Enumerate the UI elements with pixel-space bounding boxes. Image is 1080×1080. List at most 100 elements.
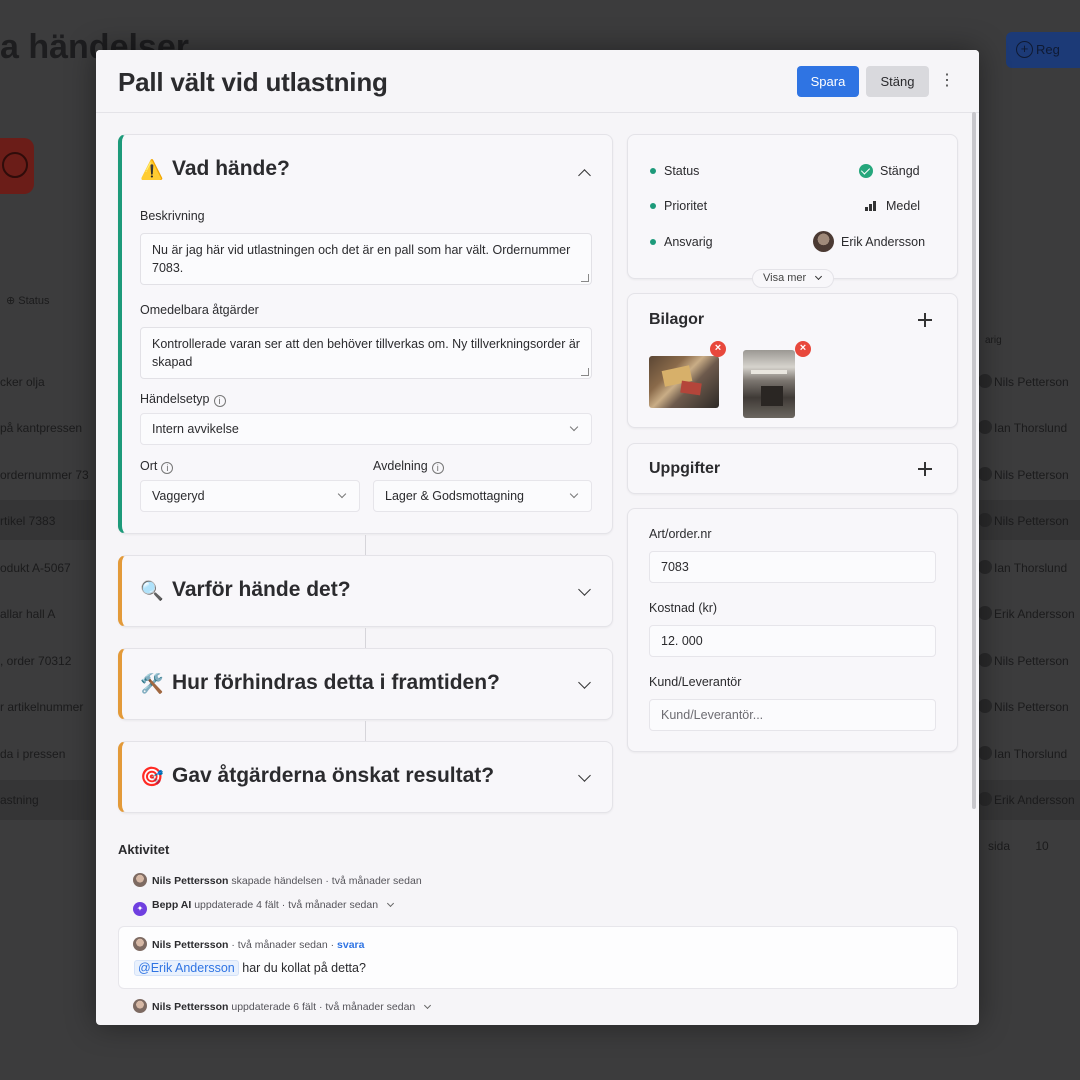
comment-header: Nils Pettersson · två månader sedan · sv…: [133, 937, 364, 951]
background-row-title: cker olja: [0, 375, 45, 389]
background-row-title: astning: [0, 793, 39, 807]
background-row-title: r artikelnummer: [0, 700, 84, 714]
section-result[interactable]: 🎯 Gav åtgärderna önskat resultat?: [118, 741, 613, 813]
location-label: Ort i: [140, 459, 174, 474]
incident-modal: Pall vält vid utlastning Spara Stäng ⋮ ⚠…: [96, 50, 979, 1025]
chevron-down-icon: [569, 489, 579, 499]
background-row-owner: Ian Thorslund: [977, 420, 1068, 435]
chevron-down-icon[interactable]: [424, 1001, 432, 1010]
background-pager: sida 10: [988, 839, 1049, 853]
section-title: Vad hände?: [172, 157, 290, 180]
details-card: Art/order.nr 7083 Kostnad (kr) 12. 000 K…: [627, 508, 958, 752]
cost-input[interactable]: 12. 000: [649, 625, 936, 657]
remove-attachment-icon[interactable]: ×: [795, 341, 811, 357]
section-why[interactable]: 🔍 Varför hände det?: [118, 555, 613, 627]
modal-header: Pall vält vid utlastning Spara Stäng ⋮: [96, 50, 979, 113]
avatar: [813, 231, 834, 252]
info-icon: i: [213, 395, 226, 407]
chevron-down-icon[interactable]: [578, 676, 591, 689]
order-number-input[interactable]: 7083: [649, 551, 936, 583]
avatar: [133, 999, 147, 1013]
background-row-title: rtikel 7383: [0, 514, 56, 528]
background-row-owner: Nils Petterson: [978, 374, 1069, 389]
resize-handle-icon[interactable]: [581, 274, 589, 282]
status-label: Status: [664, 164, 700, 178]
attachment-thumbnail[interactable]: [743, 350, 795, 418]
resize-handle-icon[interactable]: [581, 368, 589, 376]
close-button[interactable]: Stäng: [866, 66, 929, 97]
check-circle-icon: [859, 164, 873, 178]
tasks-title: Uppgifter: [649, 460, 721, 477]
status-dot: [650, 203, 656, 209]
background-row-title: ordernummer 73: [0, 468, 89, 482]
background-row-title: allar hall A: [0, 607, 56, 621]
description-textarea[interactable]: Nu är jag här vid utlastningen och det ä…: [140, 233, 592, 285]
background-status-filter: ⊕ Status: [6, 295, 50, 307]
activity-item[interactable]: ✦ Bepp AI uppdaterade 4 fält · två månade…: [133, 899, 395, 916]
location-select[interactable]: Vaggeryd: [140, 480, 360, 512]
background-new-button: + Reg: [1006, 32, 1080, 68]
chevron-down-icon: [337, 489, 347, 499]
background-owner-header: arig: [985, 335, 1002, 346]
immediate-actions-textarea[interactable]: Kontrollerade varan ser att den behöver …: [140, 327, 592, 379]
background-row-owner: Nils Petterson: [978, 699, 1069, 714]
customer-supplier-label: Kund/Leverantör: [649, 675, 742, 689]
owner-value[interactable]: Erik Andersson: [841, 235, 925, 249]
comment-body: @Erik Andersson har du kollat på detta?: [134, 960, 366, 976]
immediate-actions-text: Kontrollerade varan ser att den behöver …: [152, 337, 580, 369]
chevron-down-icon[interactable]: [578, 769, 591, 782]
info-icon: i: [431, 462, 444, 474]
section-prevention[interactable]: 🛠️ Hur förhindras detta i framtiden?: [118, 648, 613, 720]
background-row-owner: Nils Petterson: [978, 467, 1069, 482]
add-task-icon[interactable]: [918, 462, 932, 476]
department-label: Avdelning i: [373, 459, 444, 474]
comment-card: Nils Pettersson · två månader sedan · sv…: [118, 926, 958, 989]
cost-label: Kostnad (kr): [649, 601, 718, 615]
background-row-owner: Nils Petterson: [978, 513, 1069, 528]
status-value[interactable]: Stängd: [880, 164, 920, 178]
info-icon: i: [161, 462, 174, 474]
show-more-button[interactable]: Visa mer: [752, 269, 834, 288]
background-row-owner: Ian Thorslund: [977, 560, 1068, 575]
description-label: Beskrivning: [140, 209, 205, 223]
chevron-up-icon[interactable]: [578, 169, 591, 182]
description-text: Nu är jag här vid utlastningen och det ä…: [152, 243, 571, 275]
chevron-down-icon: [569, 422, 579, 432]
chevron-down-icon[interactable]: [578, 583, 591, 596]
attachments-title: Bilagor: [649, 311, 705, 328]
background-row-owner: Erik Andersson: [978, 792, 1075, 807]
modal-scrollbar[interactable]: [972, 112, 976, 809]
customer-supplier-input[interactable]: Kund/Leverantör...: [649, 699, 936, 731]
section-title: Varför hände det?: [172, 578, 351, 601]
background-row-title: på kantpressen: [0, 421, 83, 435]
attachment-thumbnail[interactable]: [649, 356, 719, 408]
user-mention[interactable]: @Erik Andersson: [134, 960, 239, 976]
avatar: [133, 873, 147, 887]
incident-type-select[interactable]: Intern avvikelse: [140, 413, 592, 445]
immediate-actions-label: Omedelbara åtgärder: [140, 303, 259, 317]
background-row-owner: Nils Petterson: [978, 653, 1069, 668]
chevron-down-icon: [814, 272, 823, 281]
incident-type-label: Händelsetyp i: [140, 392, 226, 407]
status-dot: [650, 239, 656, 245]
background-row-title: da i pressen: [0, 747, 66, 761]
avatar: [133, 937, 147, 951]
owner-label: Ansvarig: [664, 235, 713, 249]
activity-item: Nils Pettersson skapade händelsen · två …: [133, 873, 422, 887]
more-options-icon[interactable]: ⋮: [936, 68, 958, 94]
attachments-card: Bilagor × ×: [627, 293, 958, 428]
add-attachment-icon[interactable]: [918, 313, 932, 327]
save-button[interactable]: Spara: [797, 66, 859, 97]
department-select[interactable]: Lager & Godsmottagning: [373, 480, 592, 512]
properties-card: Status Stängd Prioritet Medel Ansvarig E…: [627, 134, 958, 279]
priority-value[interactable]: Medel: [886, 199, 920, 213]
plus-circle-icon: +: [1016, 41, 1033, 58]
magnifier-icon: 🔍: [140, 581, 164, 602]
reply-link[interactable]: svara: [337, 939, 364, 951]
chevron-down-icon[interactable]: [387, 899, 395, 908]
modal-title: Pall vält vid utlastning: [118, 67, 388, 97]
activity-item[interactable]: Nils Pettersson uppdaterade 6 fält · två…: [133, 999, 432, 1013]
remove-attachment-icon[interactable]: ×: [710, 341, 726, 357]
order-number-label: Art/order.nr: [649, 527, 712, 541]
signal-bars-icon: [865, 201, 877, 211]
